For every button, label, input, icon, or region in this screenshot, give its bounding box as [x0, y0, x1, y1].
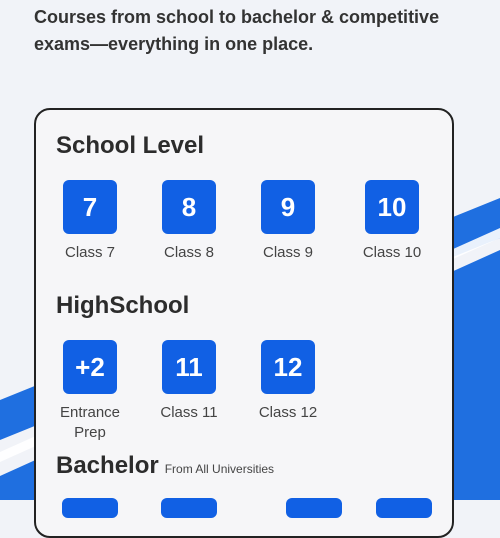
bachelor-tile-4[interactable] — [376, 498, 432, 518]
class-12-label: Class 12 — [258, 404, 318, 421]
class-10-label: Class 10 — [362, 244, 422, 261]
class-9-label: Class 9 — [262, 244, 314, 261]
headline: Courses from school to bachelor & compet… — [34, 7, 440, 54]
class-9-tile[interactable]: 9 Class 9 — [260, 180, 316, 263]
entrance-prep-badge: +2 — [63, 340, 117, 394]
bachelor-subtitle: From All Universities — [164, 462, 275, 476]
class-11-badge: 11 — [162, 340, 216, 394]
class-12-badge: 12 — [261, 340, 315, 394]
highschool-title: HighSchool — [56, 292, 190, 319]
class-8-badge: 8 — [162, 180, 216, 234]
class-10-badge: 10 — [365, 180, 419, 234]
courses-card: School Level 7 Class 7 8 Class 8 9 Class… — [34, 108, 454, 538]
class-7-badge: 7 — [63, 180, 117, 234]
bachelor-title: Bachelor From All Universities — [56, 452, 274, 483]
class-10-tile[interactable]: 10 Class 10 — [363, 180, 421, 263]
class-9-badge: 9 — [261, 180, 315, 234]
class-7-label: Class 7 — [64, 244, 116, 261]
bachelor-title-text: Bachelor — [56, 452, 159, 479]
school-level-title: School Level — [56, 132, 205, 159]
class-8-label: Class 8 — [163, 244, 215, 261]
entrance-prep-tile[interactable]: +2 Entrance Prep — [60, 340, 120, 443]
class-8-tile[interactable]: 8 Class 8 — [161, 180, 217, 263]
entrance-prep-label: Entrance Prep — [59, 404, 121, 441]
class-11-label: Class 11 — [160, 404, 218, 421]
bachelor-tile-1[interactable] — [62, 498, 118, 518]
class-11-tile[interactable]: 11 Class 11 — [160, 340, 218, 423]
class-7-tile[interactable]: 7 Class 7 — [62, 180, 118, 263]
class-12-tile[interactable]: 12 Class 12 — [259, 340, 317, 423]
bachelor-tile-3[interactable] — [286, 498, 342, 518]
bachelor-tile-2[interactable] — [161, 498, 217, 518]
